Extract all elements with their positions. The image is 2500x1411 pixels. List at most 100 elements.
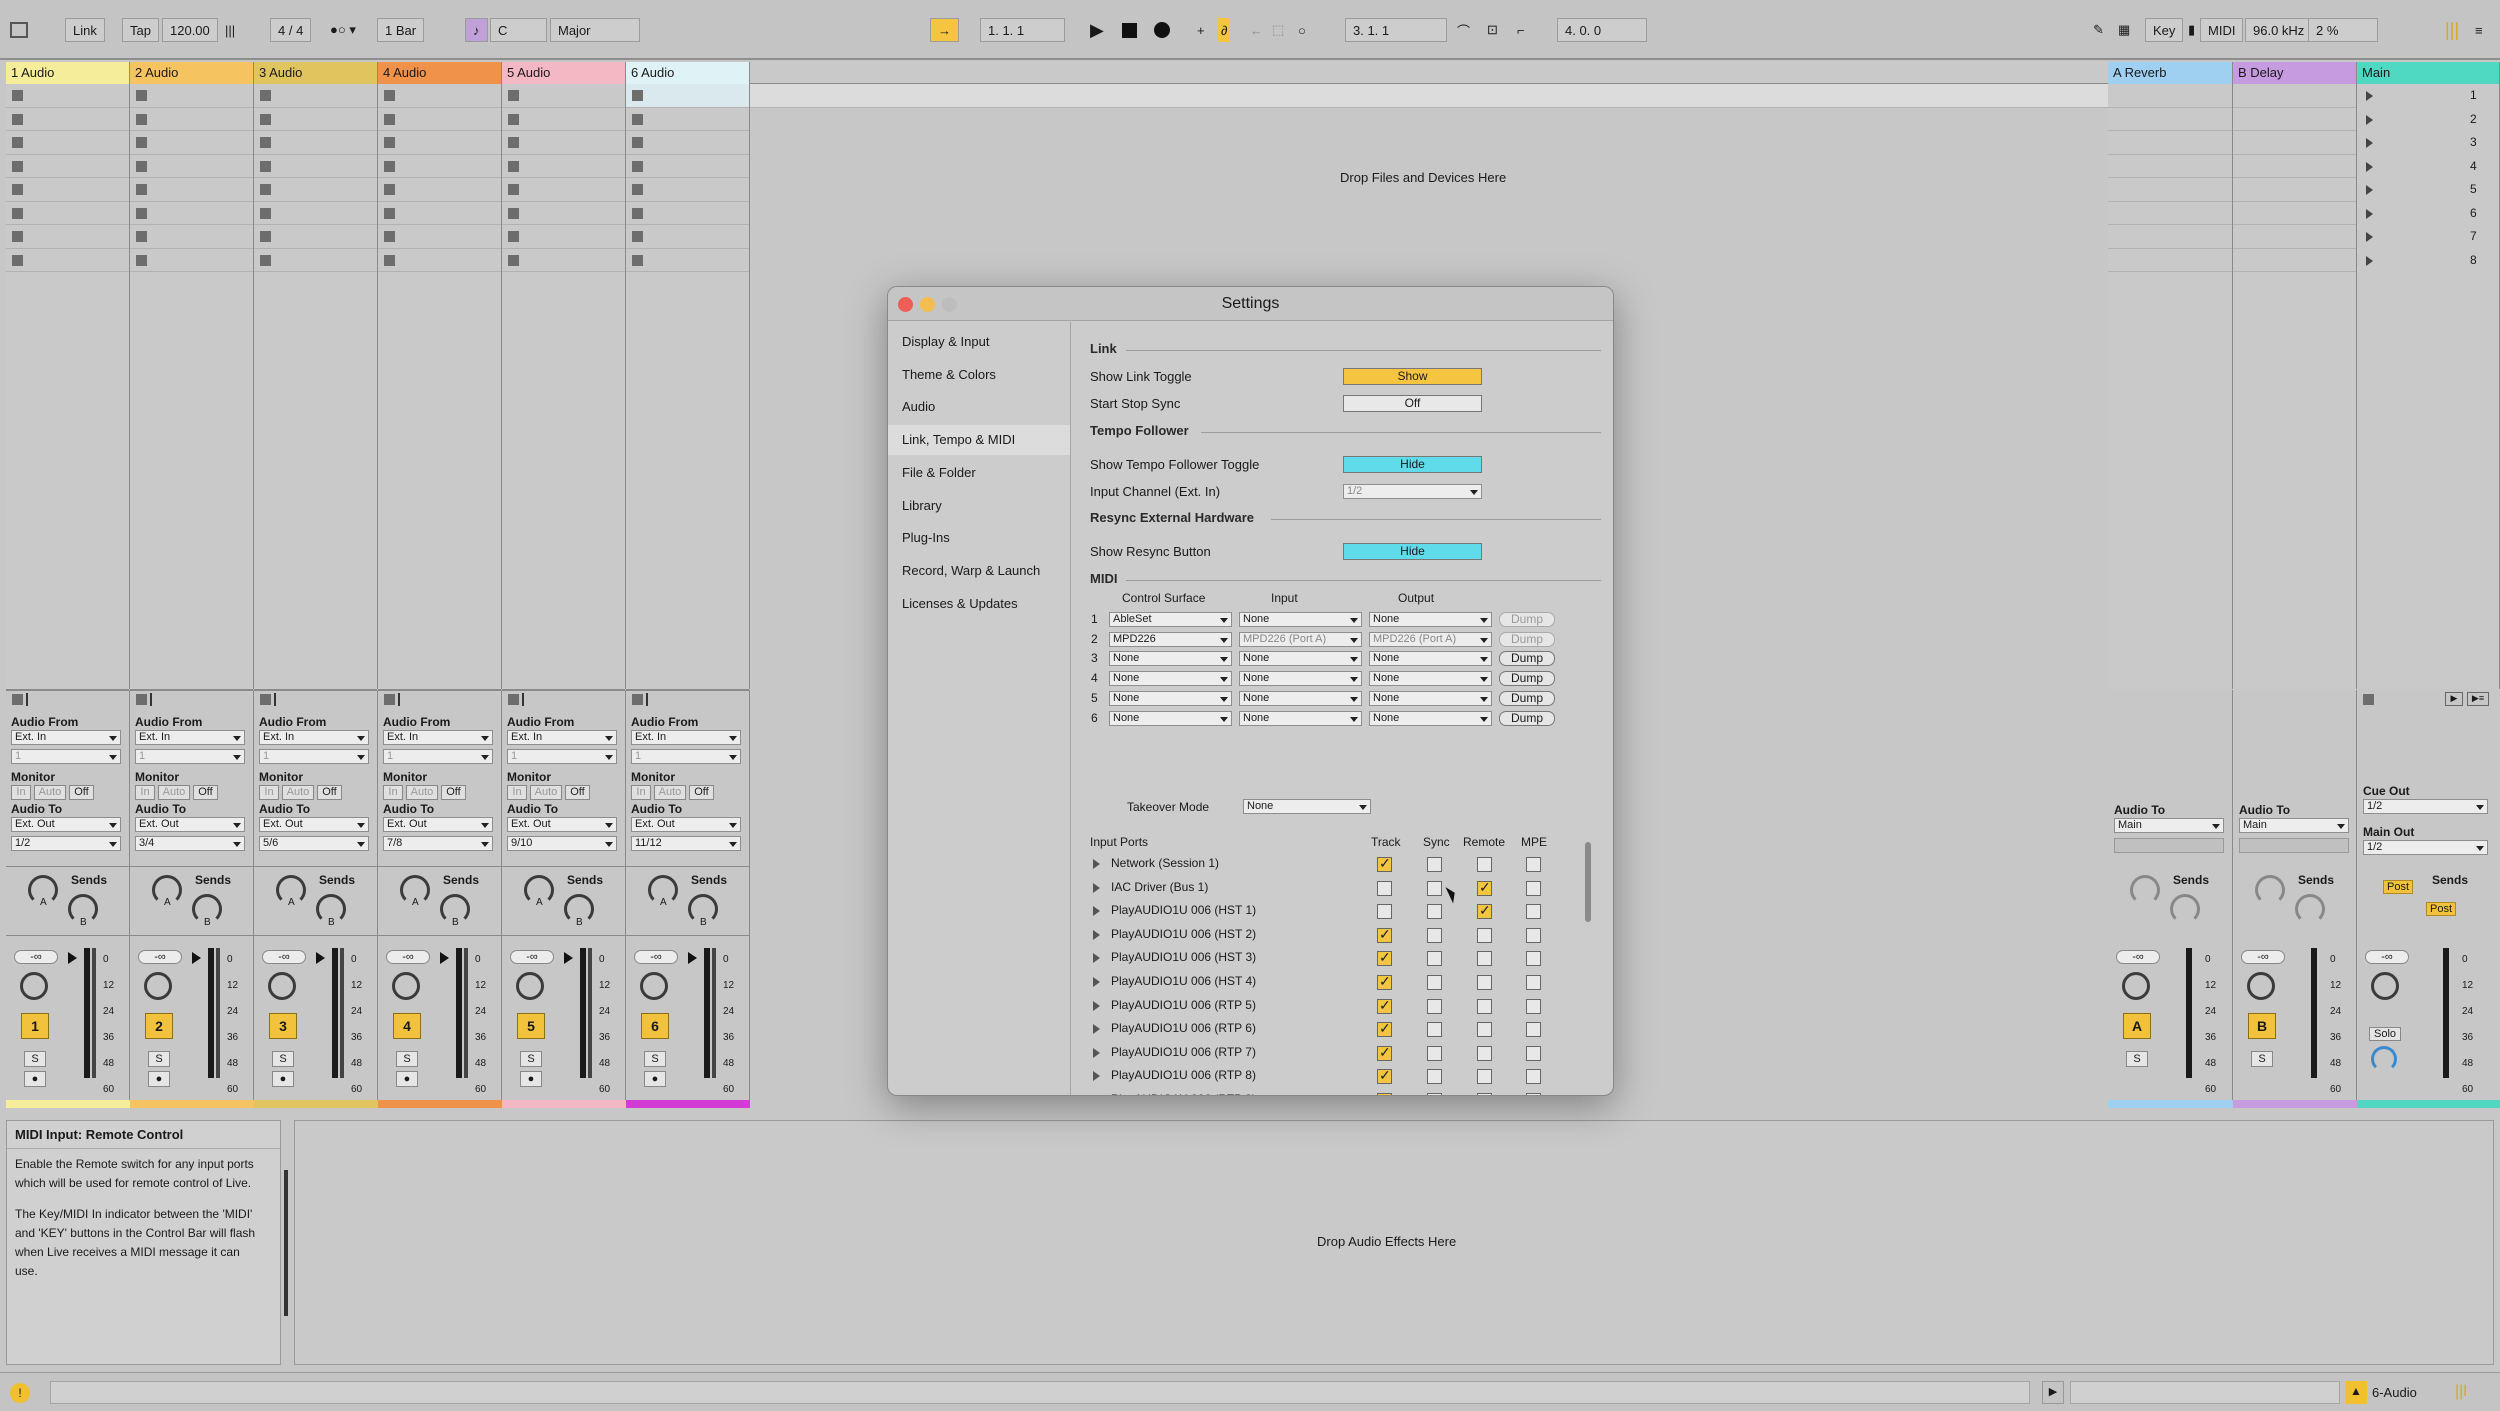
send-a-knob[interactable]: [2255, 875, 2285, 905]
port-track-checkbox[interactable]: [1377, 904, 1392, 920]
return-activator-button[interactable]: B: [2248, 1013, 2276, 1039]
expand-port-icon[interactable]: [1093, 859, 1100, 869]
clip-stop-icon[interactable]: [508, 184, 519, 195]
pan-knob[interactable]: [516, 972, 544, 1000]
audio-to-select[interactable]: Ext. Out: [631, 817, 741, 832]
tap-button[interactable]: Tap: [122, 18, 159, 42]
pan-knob[interactable]: [144, 972, 172, 1000]
port-mpe-checkbox[interactable]: [1526, 1069, 1541, 1085]
volume-fader-icon[interactable]: [688, 952, 697, 964]
volume-readout[interactable]: -∞: [262, 950, 306, 964]
return-activator-button[interactable]: A: [2123, 1013, 2151, 1039]
expand-port-icon[interactable]: [1093, 1024, 1100, 1035]
audio-from-select[interactable]: Ext. In: [11, 730, 121, 745]
audio-to-select[interactable]: Main: [2114, 818, 2224, 833]
port-sync-checkbox[interactable]: [1427, 1045, 1442, 1061]
clip-stop-icon[interactable]: [12, 137, 23, 148]
solo-button[interactable]: S: [2126, 1051, 2148, 1067]
port-sync-checkbox[interactable]: [1427, 1093, 1442, 1095]
control-surface-select[interactable]: None: [1109, 690, 1232, 706]
track-header[interactable]: 4 Audio: [378, 62, 502, 84]
start-stop-sync-button[interactable]: Off: [1343, 395, 1482, 412]
surface-input-select[interactable]: None: [1239, 690, 1362, 706]
port-mpe-checkbox[interactable]: [1526, 975, 1541, 990]
port-remote-checkbox[interactable]: [1477, 975, 1492, 990]
port-track-checkbox[interactable]: [1377, 1067, 1392, 1085]
clip-stop-icon[interactable]: [12, 254, 23, 266]
pan-knob[interactable]: [268, 972, 296, 1000]
cue-out-select[interactable]: 1/2: [2363, 799, 2488, 814]
clip-stop-icon[interactable]: [136, 231, 147, 242]
pan-knob[interactable]: [392, 972, 420, 1000]
scene-number[interactable]: 7: [2470, 229, 2477, 243]
output-channel-select[interactable]: 11/12: [631, 836, 741, 851]
clip-slot[interactable]: [130, 84, 253, 108]
clip-stop-icon[interactable]: [136, 90, 147, 101]
clip-stop-icon[interactable]: [632, 231, 643, 242]
clip-slot[interactable]: [6, 84, 129, 108]
dump-button[interactable]: Dump: [1499, 631, 1555, 647]
clip-slot[interactable]: [378, 202, 501, 225]
clip-stop-icon[interactable]: [12, 90, 23, 101]
clip-slot[interactable]: [254, 202, 377, 225]
scene-number[interactable]: 2: [2470, 112, 2477, 126]
control-surface-select[interactable]: None: [1109, 671, 1232, 687]
scene-number[interactable]: 5: [2470, 182, 2477, 196]
follow-toggle-icon[interactable]: ▶≡: [2467, 692, 2489, 706]
clip-slot[interactable]: [378, 178, 501, 202]
ports-scrollbar[interactable]: [1585, 842, 1591, 922]
scale-mode-icon[interactable]: ♪: [465, 18, 488, 42]
dump-button[interactable]: Dump: [1499, 651, 1555, 667]
monitor-off-button[interactable]: Off: [317, 785, 342, 800]
port-remote-checkbox[interactable]: [1477, 927, 1492, 943]
expand-port-icon[interactable]: [1093, 1071, 1100, 1082]
port-sync-checkbox[interactable]: [1427, 857, 1442, 872]
clip-stop-icon[interactable]: [632, 90, 643, 101]
clip-slot[interactable]: [254, 155, 377, 178]
volume-readout[interactable]: -∞: [2116, 950, 2160, 964]
monitor-off-button[interactable]: Off: [689, 785, 714, 800]
clip-stop-icon[interactable]: [12, 160, 23, 172]
loop-start-field[interactable]: 3. 1. 1: [1345, 18, 1447, 42]
send-b-post-button[interactable]: Post: [2426, 902, 2457, 916]
clip-stop-icon[interactable]: [260, 160, 271, 172]
record-icon[interactable]: [1154, 18, 1170, 42]
pan-knob[interactable]: [640, 972, 668, 1000]
view-toggle-icon[interactable]: [10, 18, 28, 42]
port-sync-checkbox[interactable]: [1427, 975, 1442, 990]
track-header[interactable]: 2 Audio: [130, 62, 254, 84]
volume-readout[interactable]: -∞: [14, 950, 58, 964]
audio-from-select[interactable]: Ext. In: [383, 730, 493, 745]
clip-stop-icon[interactable]: [508, 90, 519, 101]
port-remote-checkbox[interactable]: [1477, 857, 1492, 872]
port-sync-checkbox[interactable]: [1427, 1069, 1442, 1085]
tempo-field[interactable]: 120.00: [162, 18, 218, 42]
dump-button[interactable]: Dump: [1499, 710, 1555, 726]
monitor-in-button[interactable]: In: [631, 785, 651, 800]
return-track-header[interactable]: A Reverb: [2108, 62, 2233, 84]
link-button[interactable]: Link: [65, 18, 105, 42]
solo-button[interactable]: S: [396, 1051, 418, 1067]
clip-slot[interactable]: [130, 155, 253, 178]
audio-to-select[interactable]: Ext. Out: [11, 817, 121, 832]
monitor-in-button[interactable]: In: [383, 785, 403, 800]
scene-launch-icon[interactable]: [2366, 208, 2373, 219]
arm-record-icon[interactable]: ●: [24, 1071, 46, 1087]
volume-fader-icon[interactable]: [192, 952, 201, 964]
clip-slot[interactable]: [378, 84, 501, 108]
port-remote-checkbox[interactable]: [1477, 1022, 1492, 1038]
play-icon[interactable]: ▶: [1090, 18, 1104, 42]
clip-slot[interactable]: [626, 225, 749, 249]
settings-nav-item[interactable]: Link, Tempo & MIDI: [902, 432, 1015, 447]
clip-stop-icon[interactable]: [12, 207, 23, 219]
clip-slot[interactable]: [502, 202, 625, 225]
clip-slot[interactable]: [378, 131, 501, 155]
control-surface-select[interactable]: AbleSet: [1109, 612, 1232, 627]
stop-clips-icon[interactable]: [12, 694, 23, 705]
time-signature[interactable]: 4 / 4: [270, 18, 312, 42]
clip-slot[interactable]: [6, 108, 129, 131]
clip-stop-icon[interactable]: [384, 113, 395, 125]
send-a-post-button[interactable]: Post: [2383, 880, 2414, 894]
expand-port-icon[interactable]: [1093, 929, 1100, 940]
scene-number[interactable]: 1: [2470, 88, 2477, 102]
